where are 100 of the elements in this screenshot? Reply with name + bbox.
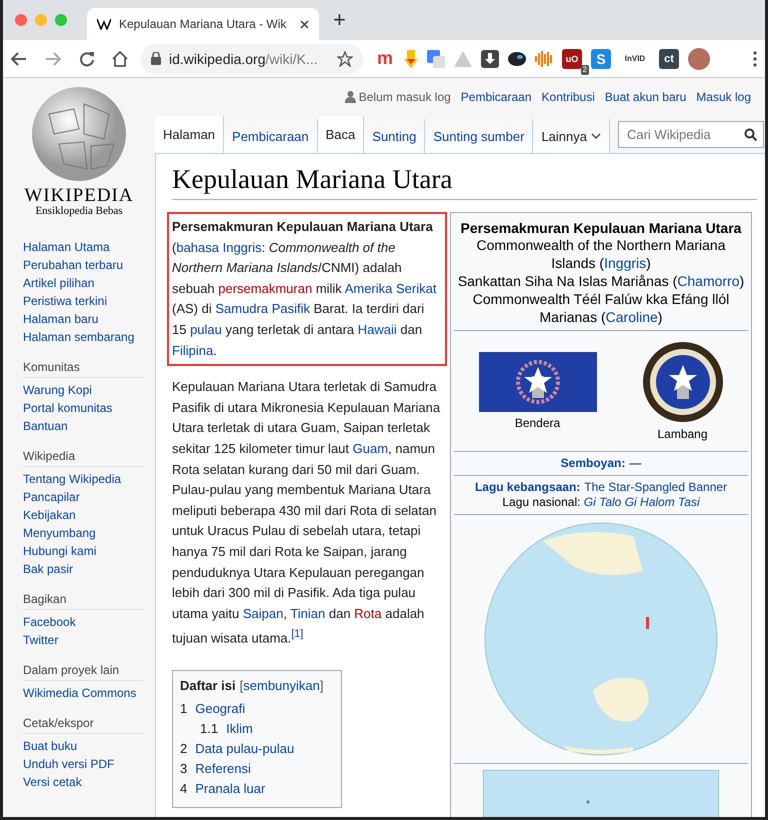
link[interactable]: Amerika Serikat (344, 280, 436, 296)
user-link[interactable]: Pembicaraan (460, 90, 532, 104)
user-icon (344, 91, 356, 103)
sidebar-link[interactable]: Versi cetak (23, 773, 155, 791)
link[interactable]: Tinian (290, 606, 326, 621)
star-icon[interactable] (337, 50, 353, 66)
page-tab[interactable]: Halaman (155, 116, 224, 153)
s-extension-icon[interactable]: S (591, 48, 611, 68)
address-bar[interactable]: id.wikipedia.org/wiki/K... (141, 44, 363, 74)
sidebar-link[interactable]: Kebijakan (23, 506, 155, 524)
avatar-icon[interactable] (688, 48, 710, 70)
sidebar-link[interactable]: Facebook (23, 613, 155, 631)
page-title: Kepulauan Mariana Utara (172, 164, 757, 200)
audio-bars-extension-icon[interactable] (535, 50, 553, 68)
search-icon[interactable] (744, 128, 757, 141)
logo-tagline: Ensiklopedia Bebas (35, 205, 123, 217)
toc-number: 1 (180, 700, 188, 718)
sidebar-link[interactable]: Peristiwa terkini (23, 292, 155, 310)
toc-number: 1.1 (200, 720, 218, 738)
link[interactable]: Caroline (606, 309, 658, 325)
link[interactable]: Semboyan: (560, 456, 626, 470)
missing-page-link[interactable]: Rota (354, 606, 382, 621)
bracket: ] (320, 678, 324, 694)
user-link[interactable]: Masuk log (696, 90, 751, 104)
bracket: [ (240, 678, 244, 694)
sidebar-link[interactable]: Pancapilar (23, 488, 155, 506)
sidebar-link[interactable]: Warung Kopi (23, 381, 155, 399)
link[interactable]: Filipina (172, 342, 214, 358)
toc-toggle-link[interactable]: sembunyikan (243, 678, 320, 694)
sidebar-link[interactable]: Bantuan (23, 417, 155, 435)
ct-extension-icon[interactable]: ct (659, 48, 679, 68)
sidebar-link[interactable]: Halaman Utama (23, 238, 155, 256)
toc-link[interactable]: Referensi (195, 759, 251, 780)
official-name: Commonwealth of the Northern Mariana Islands (Inggris) (475, 236, 726, 272)
link[interactable]: Hawaii (358, 322, 397, 337)
sidebar-link[interactable]: Perubahan terbaru (23, 256, 155, 274)
toc-link[interactable]: Geografi (195, 699, 246, 720)
sidebar-link[interactable]: Menyumbang (23, 524, 155, 542)
sidebar-link[interactable]: Twitter (23, 631, 155, 649)
view-tab[interactable]: Baca (318, 116, 364, 153)
home-icon[interactable] (111, 50, 129, 66)
sidebar-link[interactable]: Buat buku (23, 737, 155, 755)
count-badge: 2 (580, 64, 589, 74)
more-menu-icon[interactable] (753, 50, 757, 66)
user-link[interactable]: Kontribusi (542, 90, 595, 104)
sidebar-link[interactable]: Halaman sembarang (23, 328, 155, 346)
shield-extension-icon[interactable]: uO (562, 48, 582, 68)
sidebar-link[interactable]: Wikimedia Commons (23, 684, 155, 702)
link[interactable]: The Star-Spangled Banner (584, 480, 728, 494)
back-icon[interactable] (11, 52, 27, 66)
sidebar-heading: Bagikan (23, 592, 143, 610)
link[interactable]: Inggris (604, 255, 646, 271)
toc-title: Daftar isi (180, 678, 236, 694)
puzzle-globe-icon (29, 84, 129, 184)
link[interactable]: Samudra Pasifik (215, 301, 310, 316)
sidebar-link[interactable]: Tentang Wikipedia (23, 470, 155, 488)
toc-link[interactable]: Data pulau-pulau (195, 739, 294, 760)
browser-tab[interactable]: Kepulauan Mariana Utara - Wik (87, 8, 319, 40)
article-paragraph: Kepulauan Mariana Utara terletak di Samudra Pasifik di utara Mikronesia Kepulauan Mariana Utara terletak di utara Guam, Saipan terletak sekitar 125 kilometer timur laut Guam, namun Rota selatan kurang dari 50 mil dari Guam. Pulau-pulau yang membentuk Mariana Utara meliputi beberapa 430 mil dari Rota di selatan untuk Uracus Pulau di sebelah utara, tetapi hanya 75 mil dari Rota ke Saipan, jarang penduduknya Utara Kepulauan peregangan lebih dari 300 mil di Pasifik. Ada tiga pulau utama yaitu Saipan, Tinian dan Rota adalah tujuan wisata utama.$^{[1]}$ (171, 378, 442, 648)
sidebar-link[interactable]: Bak pasir (23, 560, 155, 578)
search-field[interactable]: Cari Wikipedia (624, 122, 744, 147)
missing-page-link[interactable]: persemakmuran (218, 280, 312, 296)
more-menu-tab[interactable]: Lainnya (533, 119, 610, 153)
m-letter-extension-icon[interactable]: m (375, 48, 395, 68)
user-link[interactable]: Buat akun baru (604, 90, 686, 104)
invid-extension-icon[interactable]: InVID (620, 48, 650, 68)
down-arrow-extension-icon[interactable] (404, 50, 418, 68)
view-tab[interactable]: Sunting (364, 119, 426, 153)
link[interactable]: Saipan (242, 606, 284, 621)
sidebar-link[interactable]: Hubungi kami (23, 542, 155, 560)
wikipedia-wordmark[interactable]: WIKIPEDIA (24, 186, 134, 205)
reference-link[interactable]: [1] (291, 628, 304, 640)
page-tab[interactable]: Pembicaraan (224, 119, 318, 153)
reload-icon[interactable] (79, 50, 95, 66)
link[interactable]: Lagu kebangsaan: (474, 480, 580, 494)
image-caption: Bendera (514, 416, 560, 430)
close-icon[interactable] (300, 20, 309, 28)
sidebar-heading: Komunitas (23, 360, 143, 378)
sidebar-link[interactable]: Unduh versi PDF (23, 755, 155, 773)
toc-number: 2 (180, 740, 188, 758)
view-tab[interactable]: Sunting sumber (425, 119, 534, 153)
link[interactable]: Gi Talo Gi Halom Tasi (584, 495, 700, 509)
download-extension-icon[interactable] (481, 50, 499, 68)
link[interactable]: bahasa Inggris (176, 240, 262, 255)
lock-icon (151, 52, 161, 65)
anthem-line: Lagu nasional: Gi Talo Gi Halom Tasi (501, 495, 701, 510)
sidebar-heading: Cetak/ekspor (23, 716, 143, 734)
chat-bubble-extension-icon[interactable] (508, 50, 526, 66)
sidebar-link[interactable]: Artikel pilihan (23, 274, 155, 292)
sidebar-link[interactable]: Halaman baru (23, 310, 155, 328)
w-favicon-icon (97, 18, 111, 30)
new-tab-button[interactable]: + (329, 7, 350, 33)
search-box[interactable]: Cari Wikipedia (618, 121, 764, 148)
link[interactable]: Chamorro (677, 273, 740, 289)
toc-number: 3 (180, 760, 188, 778)
toc-link[interactable]: Iklim (226, 719, 253, 740)
link[interactable]: pulau (190, 322, 222, 337)
sidebar-link[interactable]: Portal komunitas (23, 399, 155, 417)
toc-link[interactable]: Pranala luar (195, 779, 266, 800)
link[interactable]: Guam (352, 440, 388, 456)
